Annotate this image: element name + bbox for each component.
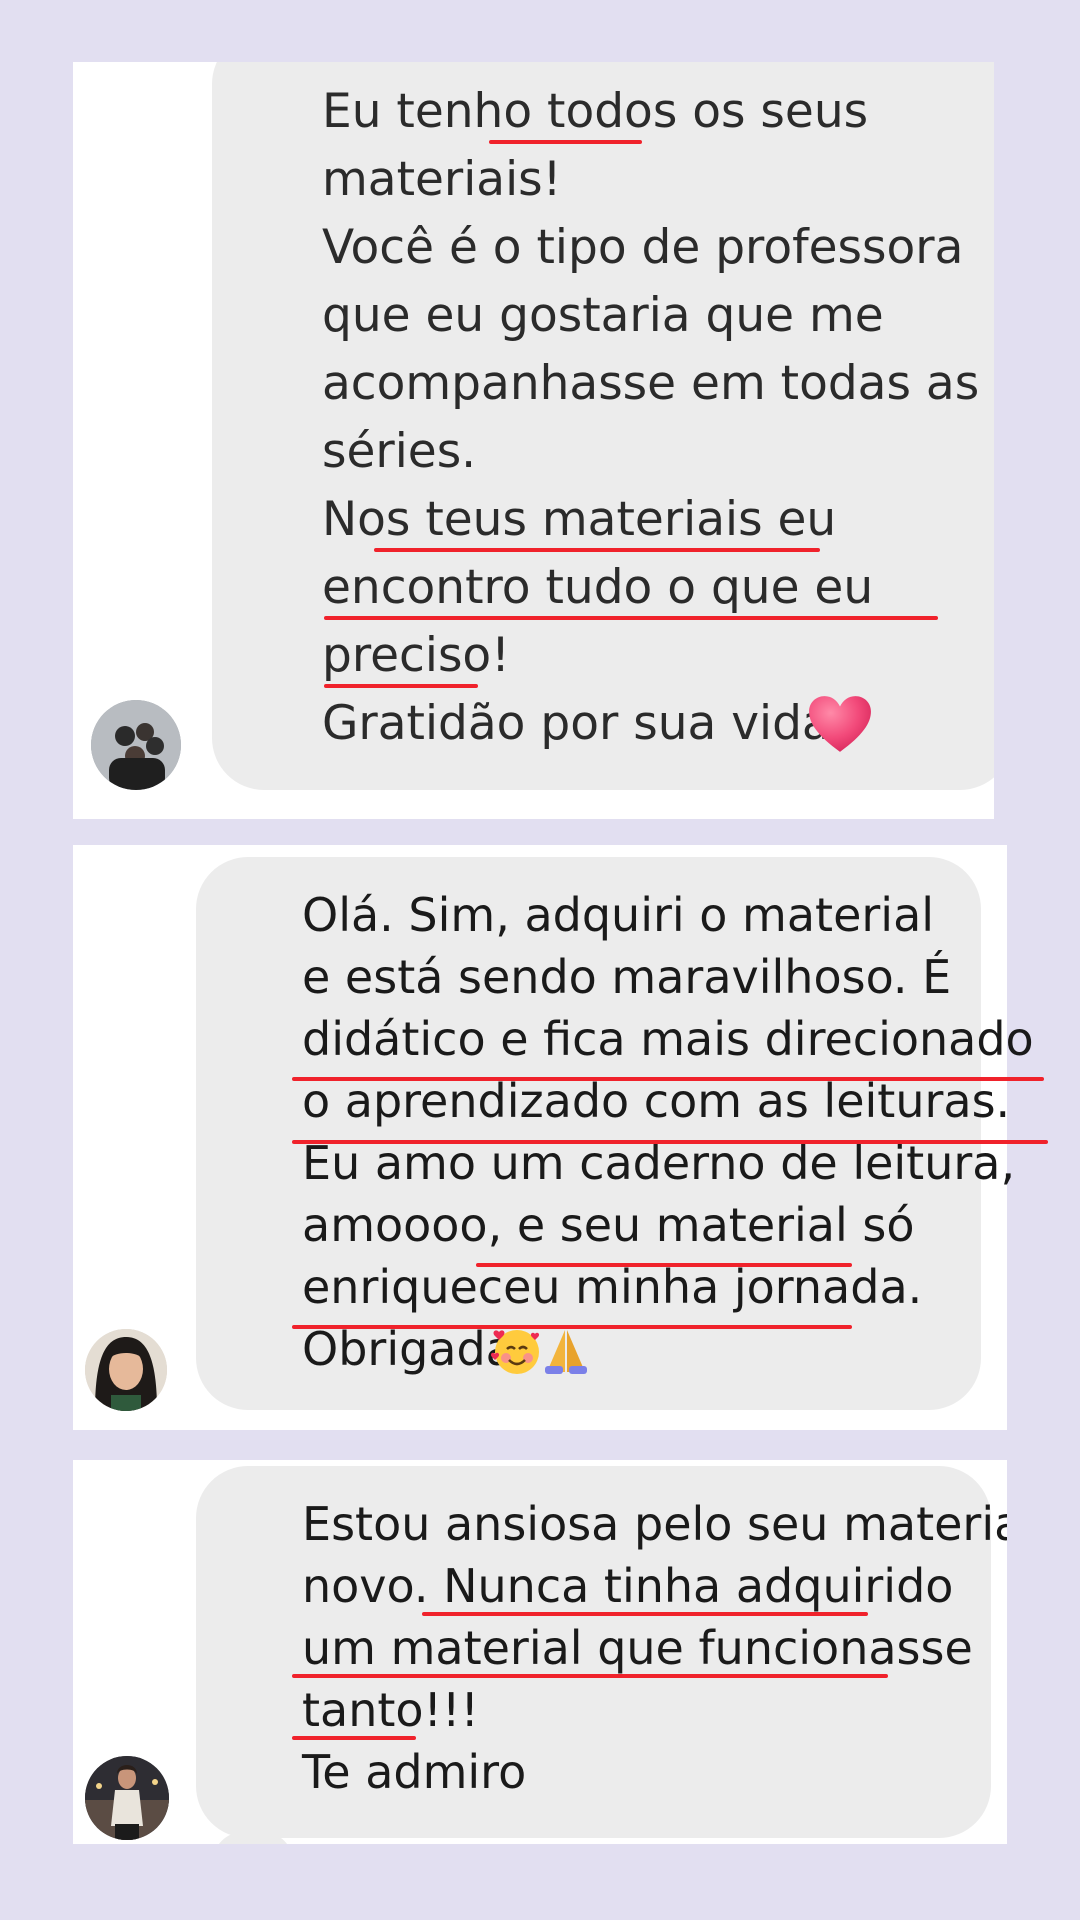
avatar xyxy=(85,1756,169,1840)
highlight-underline xyxy=(292,1077,1044,1081)
message-line: e está sendo maravilhoso. É xyxy=(302,950,952,1004)
heart-icon xyxy=(809,696,871,752)
highlight-underline xyxy=(324,684,478,688)
folded-hands-icon xyxy=(541,1326,591,1380)
testimonial-card-2: Olá. Sim, adquiri o material e está send… xyxy=(73,845,1048,1430)
message-line: que eu gostaria que me xyxy=(322,288,884,343)
message-line: materiais! xyxy=(322,152,562,207)
highlight-underline xyxy=(476,1263,852,1267)
highlight-underline xyxy=(422,1612,868,1616)
message-line: tanto!!! xyxy=(302,1683,479,1737)
highlight-underline xyxy=(374,548,820,552)
message-line: um material que funcionasse xyxy=(302,1621,973,1675)
message-line: amoooo, e seu material só xyxy=(302,1198,915,1252)
message-line: didático e fica mais direcionado xyxy=(302,1012,1034,1066)
message-bubble: Olá. Sim, adquiri o material e está send… xyxy=(196,857,1048,1410)
highlight-underline xyxy=(292,1674,888,1678)
message-line: Estou ansiosa pelo seu material xyxy=(302,1497,1007,1551)
highlight-underline xyxy=(489,140,642,144)
testimonial-card-3: Estou ansiosa pelo seu material novo. Nu… xyxy=(73,1460,1007,1844)
message-line: novo. Nunca tinha adquirido xyxy=(302,1559,954,1613)
message-line: séries. xyxy=(322,424,477,479)
highlight-underline xyxy=(292,1325,852,1329)
message-line: Você é o tipo de professora xyxy=(322,220,964,275)
highlight-underline xyxy=(292,1140,1048,1144)
message-bubble: Eu tenho todos os seus materiais! Você é… xyxy=(212,62,994,790)
message-line: acompanhasse em todas as xyxy=(322,356,980,411)
smiling-face-with-hearts-icon xyxy=(490,1324,543,1380)
highlight-underline xyxy=(324,616,938,620)
message-line: o aprendizado com as leituras. xyxy=(302,1074,1011,1128)
message-line: Gratidão por sua vida xyxy=(322,696,831,751)
highlight-underline xyxy=(292,1736,416,1740)
message-bubble: Estou ansiosa pelo seu material novo. Nu… xyxy=(196,1466,1007,1838)
message-line: encontro tudo o que eu xyxy=(322,560,874,615)
message-line: Obrigada xyxy=(302,1322,514,1376)
avatar xyxy=(85,1329,167,1411)
message-line: Te admiro xyxy=(302,1745,527,1799)
message-line: Olá. Sim, adquiri o material xyxy=(302,888,935,942)
message-line: enriqueceu minha jornada. xyxy=(302,1260,923,1314)
message-line: Eu tenho todos os seus xyxy=(322,84,869,139)
message-line: Nos teus materiais eu xyxy=(322,492,837,547)
message-line: preciso! xyxy=(322,628,511,683)
avatar xyxy=(91,700,181,790)
testimonial-card-1: Eu tenho todos os seus materiais! Você é… xyxy=(73,62,994,819)
